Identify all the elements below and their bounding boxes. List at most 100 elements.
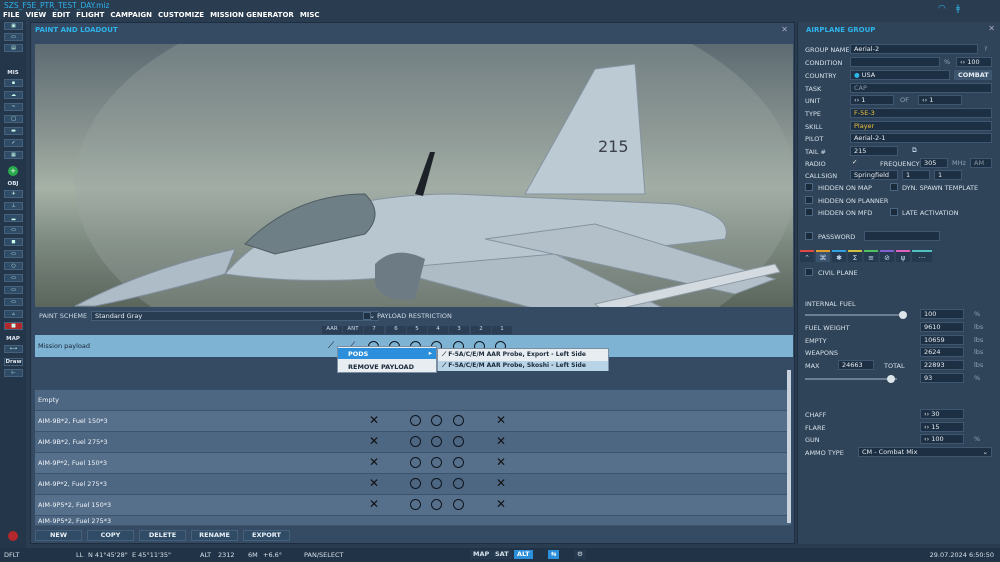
ammo-type-select[interactable]: CM - Combat Mix ⌄ [858, 447, 992, 457]
dyn-spawn-checkbox[interactable] [890, 183, 898, 191]
aircraft-icon[interactable]: ✈ [4, 190, 23, 198]
ship-icon[interactable]: ▂ [4, 214, 23, 222]
delete-button[interactable]: DELETE [139, 530, 186, 541]
pilot-field[interactable]: Aerial-2-1 [850, 133, 992, 143]
submenu-item-export-probe[interactable]: ⟋ F-5A/C/E/M AAR Probe, Export - Left Si… [438, 350, 608, 360]
payload-row[interactable]: AIM-9P*2, Fuel 150*3 ✕ ✕ [35, 453, 791, 474]
save-icon[interactable]: ▤ [4, 44, 23, 52]
sat-button[interactable]: SAT [492, 550, 512, 559]
open-folder-icon[interactable]: ▭ [4, 33, 23, 41]
check-icon[interactable]: ✓ [4, 139, 23, 147]
condition-bar[interactable] [850, 57, 940, 67]
weight-slider-knob[interactable] [886, 375, 895, 383]
menu-view[interactable]: VIEW [23, 10, 50, 22]
ruler-icon[interactable]: ⟷ [4, 345, 23, 353]
combat-button[interactable]: COMBAT [954, 70, 992, 80]
hidden-on-planner-checkbox[interactable] [805, 196, 813, 204]
country-select[interactable]: ● USA [850, 70, 950, 80]
mission-tool-1-icon[interactable]: ▪ [4, 79, 23, 87]
payload-restriction-checkbox[interactable] [363, 312, 371, 320]
tab-route-icon[interactable]: ⌃ [800, 250, 814, 262]
close-icon[interactable]: ✕ [781, 25, 788, 34]
stop-icon[interactable] [8, 531, 18, 541]
tail-field[interactable]: 215 [850, 146, 898, 156]
zone-icon[interactable]: ○ [4, 262, 23, 270]
callsign-select[interactable]: Springfield [850, 170, 898, 180]
menu-misc[interactable]: MISC [297, 10, 323, 22]
task-select[interactable]: CAP [850, 83, 992, 93]
paint-scheme-select[interactable]: Standard Gray ⌄ [91, 311, 379, 321]
tab-more-icon[interactable]: ··· [912, 250, 932, 262]
civil-plane-checkbox[interactable] [805, 268, 813, 276]
route-icon[interactable]: ~ [4, 103, 23, 111]
map-mode-icon[interactable]: ⇆ [548, 550, 560, 559]
of-stepper[interactable]: ‹› 1 [918, 95, 962, 105]
condition-field[interactable]: ‹› 100 [956, 57, 992, 67]
menu-campaign[interactable]: CAMPAIGN [107, 10, 155, 22]
payload-row[interactable]: AIM-9P5*2, Fuel 150*3 ✕ ✕ [35, 495, 791, 516]
weight-slider[interactable] [805, 378, 897, 380]
unit-stepper[interactable]: ‹› 1 [850, 95, 894, 105]
triangle-icon[interactable]: ▵ [4, 310, 23, 318]
wifi-icon[interactable]: ◠ [938, 4, 946, 14]
close-icon[interactable]: ✕ [988, 24, 995, 33]
payload-scrollbar[interactable] [787, 370, 791, 523]
context-menu-pods[interactable]: PODS ▸ [338, 348, 436, 359]
static-object-icon[interactable]: ◼ [4, 238, 23, 246]
settings-icon[interactable]: ⚙ [574, 550, 586, 559]
payload-row-empty[interactable]: Empty [35, 390, 791, 411]
tab-payload-icon[interactable]: ⌘ [816, 250, 830, 262]
gun-stepper[interactable]: ‹› 100 [920, 434, 964, 444]
helicopter-icon[interactable]: ⊥ [4, 202, 23, 210]
warehouse-icon[interactable]: ▭ [4, 250, 23, 258]
delete-red-icon[interactable]: ■ [4, 322, 23, 330]
type-select[interactable]: F-5E-3 [850, 108, 992, 118]
menu-flight[interactable]: FLIGHT [73, 10, 107, 22]
draw-button[interactable]: Draw [4, 358, 23, 366]
menu-mission-generator[interactable]: MISSION GENERATOR [207, 10, 297, 22]
group-name-field[interactable]: Aerial-2 [850, 44, 978, 54]
internal-fuel-slider[interactable] [805, 314, 905, 316]
radio-check-icon[interactable]: ✓ [852, 158, 857, 166]
skill-select[interactable]: Player [850, 121, 992, 131]
vehicle-icon[interactable]: ▭ [4, 226, 23, 234]
tab-restriction-icon[interactable]: ⊘ [880, 250, 894, 262]
probe-icon[interactable]: ⟋ [325, 340, 337, 352]
hidden-on-map-checkbox[interactable] [805, 183, 813, 191]
submenu-item-skoshi-probe[interactable]: ⟋ F-5A/C/E/M AAR Probe, Skoshi - Left Si… [438, 361, 608, 371]
frequency-field[interactable]: 305 [920, 158, 948, 168]
payload-row[interactable]: AIM-9P*2, Fuel 275*3 ✕ ✕ [35, 474, 791, 495]
tab-tasks-icon[interactable]: Σ [848, 250, 862, 262]
callsign-number-2[interactable]: 1 [934, 170, 962, 180]
link-icon[interactable]: ▭ [4, 298, 23, 306]
payload-row[interactable]: AIM-9P5*2, Fuel 275*3 [35, 516, 791, 526]
new-file-icon[interactable]: ▣ [4, 22, 23, 30]
weight-pct-field[interactable]: 93 [920, 373, 964, 383]
copy-icon[interactable]: ⧉ [912, 146, 917, 155]
new-button[interactable]: NEW [35, 530, 82, 541]
rename-button[interactable]: RENAME [191, 530, 238, 541]
chaff-stepper[interactable]: ‹› 30 [920, 409, 964, 419]
export-button[interactable]: EXPORT [243, 530, 290, 541]
antenna-icon[interactable]: ǂ [956, 4, 960, 14]
payload-row[interactable]: AIM-9B*2, Fuel 150*3 ✕ ✕ [35, 411, 791, 432]
measure-icon[interactable]: ⊢ [4, 369, 23, 377]
weather-icon[interactable]: ☁ [4, 91, 23, 99]
internal-fuel-field[interactable]: 100 [920, 309, 964, 319]
tab-targets-icon[interactable]: ≡ [864, 250, 878, 262]
alt-button[interactable]: ALT [514, 550, 533, 559]
tanker-icon[interactable]: ▭ [4, 274, 23, 282]
callsign-number-1[interactable]: 1 [902, 170, 930, 180]
context-menu-remove-payload[interactable]: REMOVE PAYLOAD [338, 361, 436, 372]
frame-icon[interactable]: □ [4, 115, 23, 123]
menu-edit[interactable]: EDIT [49, 10, 73, 22]
tab-radio-icon[interactable]: ψ [896, 250, 910, 262]
grid-icon[interactable]: ▦ [4, 151, 23, 159]
modulation-select[interactable]: AM [970, 158, 992, 168]
flare-stepper[interactable]: ‹› 15 [920, 422, 964, 432]
template-icon[interactable]: ▭ [4, 286, 23, 294]
payload-row[interactable]: AIM-9B*2, Fuel 275*3 ✕ ✕ [35, 432, 791, 453]
internal-fuel-slider-knob[interactable] [899, 311, 907, 319]
menu-customize[interactable]: CUSTOMIZE [155, 10, 207, 22]
tab-aircraft-icon[interactable]: ✱ [832, 250, 846, 262]
